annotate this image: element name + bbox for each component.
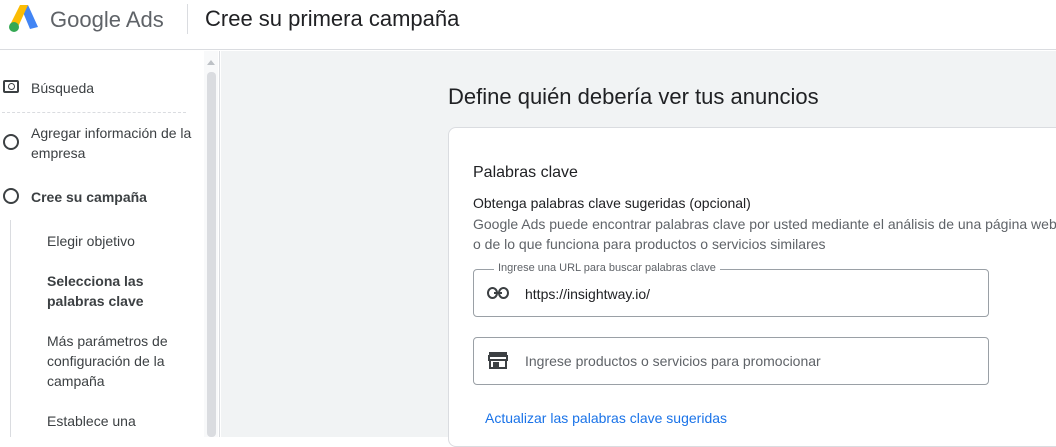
- header-divider: [187, 4, 188, 34]
- sidebar-item-cree-campana[interactable]: Cree su campaña: [31, 187, 147, 207]
- card-title: Palabras clave: [473, 164, 578, 181]
- link-icon: [487, 287, 509, 299]
- circle-icon: [3, 134, 19, 150]
- sidebar-scroll-thumb[interactable]: [207, 72, 216, 437]
- sidebar-subitem-mas-parametros[interactable]: Más parámetros de configuración de la ca…: [47, 331, 182, 391]
- sidebar-subitem-establece[interactable]: Establece una: [47, 411, 136, 431]
- storefront-icon: [488, 352, 508, 369]
- google-ads-logo-icon: [9, 5, 38, 32]
- page-title: Cree su primera campaña: [205, 6, 460, 31]
- url-field-value[interactable]: https://insightway.io/: [525, 286, 650, 302]
- products-services-placeholder[interactable]: Ingrese productos o servicios para promo…: [525, 353, 821, 369]
- scroll-up-arrow-icon[interactable]: [207, 60, 215, 65]
- url-field-label: Ingrese una URL para buscar palabras cla…: [494, 262, 720, 274]
- sidebar-subitem-elegir-objetivo[interactable]: Elegir objetivo: [47, 231, 135, 251]
- brand-name: Google Ads: [50, 7, 164, 32]
- update-suggested-keywords-link[interactable]: Actualizar las palabras clave sugeridas: [485, 410, 727, 426]
- card-subtitle: Obtenga palabras clave sugeridas (opcion…: [473, 195, 751, 211]
- search-box-icon: [3, 80, 19, 93]
- section-heading: Define quién debería ver tus anuncios: [448, 84, 819, 109]
- card-description-line-1: Google Ads puede encontrar palabras clav…: [473, 216, 1056, 232]
- app-header: Google Ads Cree su primera campaña: [0, 0, 1056, 50]
- sidebar-item-agregar-informacion[interactable]: Agregar información de la empresa: [31, 123, 196, 163]
- sidebar-subitem-palabras-clave[interactable]: Selecciona las palabras clave: [47, 271, 167, 311]
- sidebar-separator: [2, 112, 186, 113]
- sidebar-step-line: [10, 220, 11, 437]
- sidebar-item-busqueda[interactable]: Búsqueda: [31, 78, 94, 98]
- circle-icon: [3, 188, 19, 204]
- card-description: Google Ads puede encontrar palabras clav…: [473, 214, 1056, 254]
- card-description-line-2: o de lo que funciona para productos o se…: [473, 236, 826, 252]
